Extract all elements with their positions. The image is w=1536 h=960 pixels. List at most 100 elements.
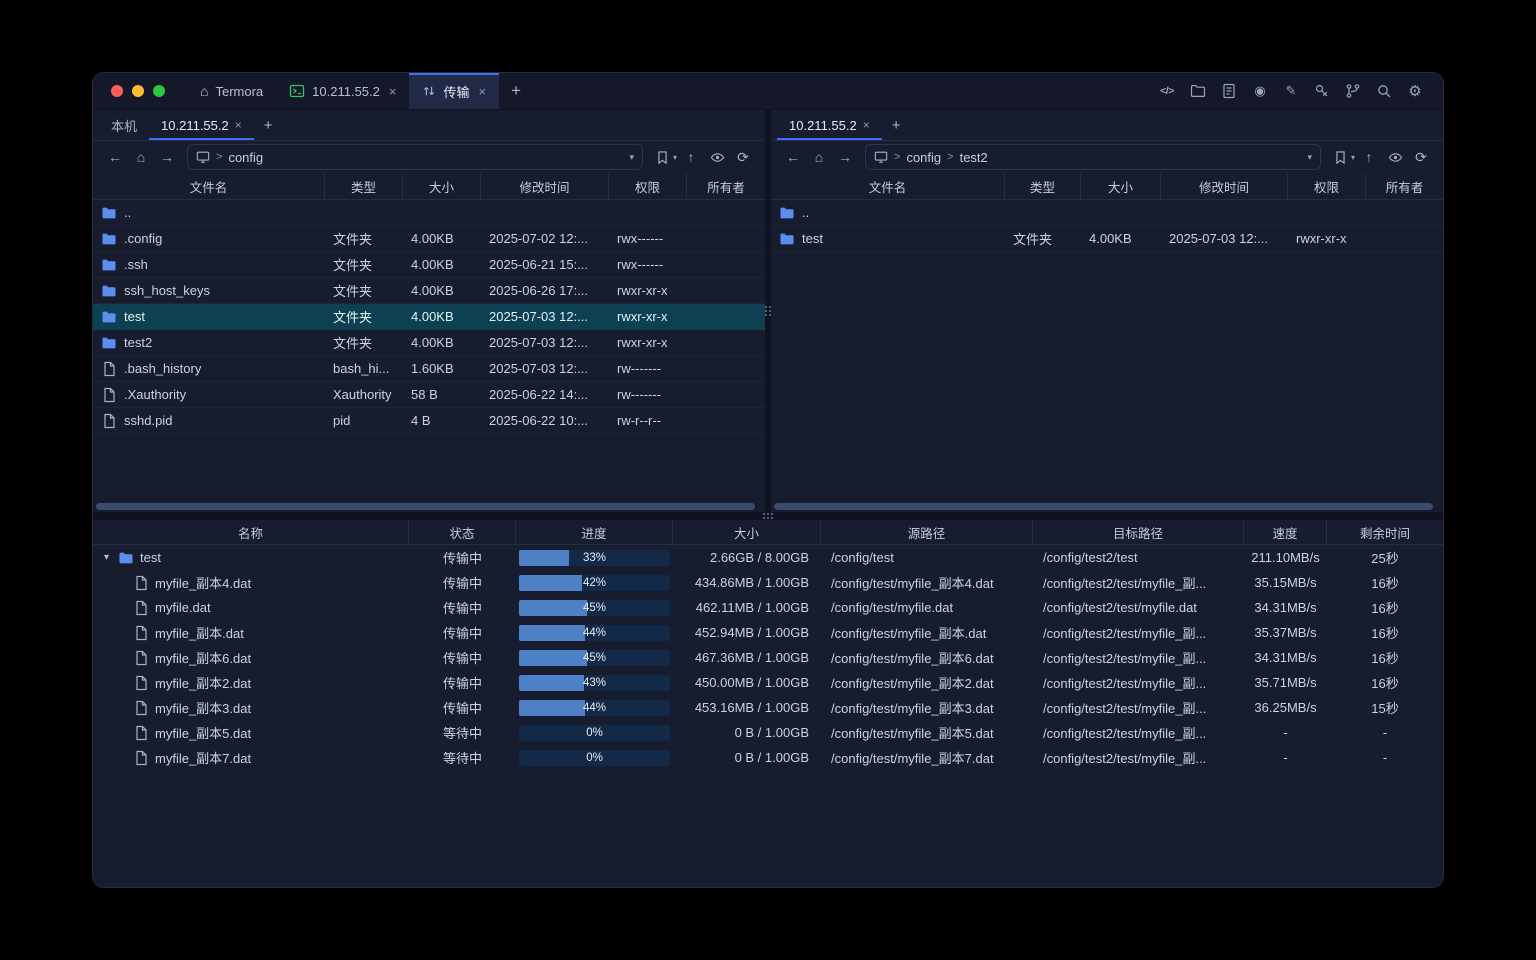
transfer-row[interactable]: ▾ test 传输中 33% 2.66GB / 8.00GB /config/t… <box>93 545 1443 570</box>
parent-directory-button[interactable]: ↑ <box>1357 145 1381 169</box>
transfer-row[interactable]: myfile_副本7.dat 等待中 0% 0 B / 1.00GB /conf… <box>93 745 1443 770</box>
column-header-filename[interactable]: 文件名 <box>93 173 325 199</box>
transfer-name-cell: myfile_副本.dat <box>93 623 409 642</box>
expander-icon[interactable]: ▾ <box>101 552 112 563</box>
transfer-row[interactable]: myfile_副本6.dat 传输中 45% 467.36MB / 1.00GB… <box>93 645 1443 670</box>
file-row[interactable]: .. <box>93 200 765 226</box>
search-button[interactable] <box>1372 79 1396 103</box>
column-header-type[interactable]: 类型 <box>325 173 403 199</box>
chevron-down-icon[interactable]: ▾ <box>629 152 634 163</box>
column-header-perm[interactable]: 权限 <box>609 173 687 199</box>
column-header-size[interactable]: 大小 <box>403 173 481 199</box>
transfer-row[interactable]: myfile_副本3.dat 传输中 44% 453.16MB / 1.00GB… <box>93 695 1443 720</box>
path-breadcrumb[interactable]: > config > test2 ▾ <box>865 144 1321 170</box>
new-window-tab-button[interactable]: + <box>499 73 533 109</box>
column-header-eta[interactable]: 剩余时间 <box>1327 520 1443 544</box>
column-header-size[interactable]: 大小 <box>1081 173 1161 199</box>
column-header-size[interactable]: 大小 <box>673 520 821 544</box>
window-tab[interactable]: 传输 × <box>409 73 499 109</box>
panel-tab[interactable]: 10.211.55.2 × <box>149 110 254 140</box>
panel-tab[interactable]: 10.211.55.2 × <box>777 110 882 140</box>
home-button[interactable]: ⌂ <box>129 145 153 169</box>
transfer-row[interactable]: myfile_副本.dat 传输中 44% 452.94MB / 1.00GB … <box>93 620 1443 645</box>
transfer-name: myfile.dat <box>155 600 211 615</box>
close-tab-icon[interactable]: × <box>235 118 242 132</box>
parent-directory-button[interactable]: ↑ <box>679 145 703 169</box>
file-row[interactable]: sshd.pid pid 4 B 2025-06-22 10:... rw-r-… <box>93 408 765 434</box>
folder-icon <box>101 335 117 351</box>
transfer-row[interactable]: myfile_副本2.dat 传输中 43% 450.00MB / 1.00GB… <box>93 670 1443 695</box>
show-hidden-button[interactable] <box>705 145 729 169</box>
file-row[interactable]: .. <box>771 200 1443 226</box>
column-header-source[interactable]: 源路径 <box>821 520 1033 544</box>
refresh-button[interactable]: ⟳ <box>731 145 755 169</box>
breadcrumb-segment[interactable]: > test2 <box>947 150 988 165</box>
new-panel-tab-button[interactable]: + <box>254 110 283 140</box>
edit-button[interactable]: ✎ <box>1279 79 1303 103</box>
horizontal-scrollbar[interactable] <box>774 503 1440 510</box>
forward-button[interactable]: → <box>833 145 857 169</box>
new-panel-tab-button[interactable]: + <box>882 110 911 140</box>
column-header-speed[interactable]: 速度 <box>1244 520 1327 544</box>
progress-label: 42% <box>519 575 670 591</box>
column-header-progress[interactable]: 进度 <box>516 520 673 544</box>
path-breadcrumb[interactable]: > config ▾ <box>187 144 643 170</box>
breadcrumb-segment[interactable]: > config <box>894 150 941 165</box>
horizontal-scrollbar[interactable] <box>96 503 762 510</box>
forward-button[interactable]: → <box>155 145 179 169</box>
file-row[interactable]: .bash_history bash_hi... 1.60KB 2025-07-… <box>93 356 765 382</box>
back-button[interactable]: ← <box>103 145 127 169</box>
file-row[interactable]: ssh_host_keys 文件夹 4.00KB 2025-06-26 17:.… <box>93 278 765 304</box>
column-header-mtime[interactable]: 修改时间 <box>481 173 609 199</box>
transfer-name: myfile_副本3.dat <box>155 698 251 717</box>
window-tab[interactable]: 10.211.55.2 × <box>276 73 409 109</box>
file-row[interactable]: .config 文件夹 4.00KB 2025-07-02 12:... rwx… <box>93 226 765 252</box>
transfer-row[interactable]: myfile_副本4.dat 传输中 42% 434.86MB / 1.00GB… <box>93 570 1443 595</box>
code-snippets-button[interactable]: </> <box>1155 79 1179 103</box>
settings-button[interactable]: ⚙ <box>1403 79 1427 103</box>
scrollbar-thumb[interactable] <box>96 503 755 510</box>
close-window-button[interactable] <box>111 85 123 97</box>
sftp-button[interactable] <box>1186 79 1210 103</box>
bookmark-dropdown-icon[interactable]: ▾ <box>673 153 677 162</box>
column-header-perm[interactable]: 权限 <box>1288 173 1366 199</box>
chevron-down-icon[interactable]: ▾ <box>1307 152 1312 163</box>
close-tab-icon[interactable]: × <box>389 84 397 99</box>
close-tab-icon[interactable]: × <box>863 118 870 132</box>
titlebar[interactable]: ⌂ Termora 10.211.55.2 × <box>93 73 1443 110</box>
column-header-name[interactable]: 名称 <box>93 520 409 544</box>
transfer-row[interactable]: myfile_副本5.dat 等待中 0% 0 B / 1.00GB /conf… <box>93 720 1443 745</box>
column-header-owner[interactable]: 所有者 <box>687 173 765 199</box>
file-row[interactable]: test2 文件夹 4.00KB 2025-07-03 12:... rwxr-… <box>93 330 765 356</box>
record-button[interactable]: ◉ <box>1248 79 1272 103</box>
show-hidden-button[interactable] <box>1383 145 1407 169</box>
zoom-window-button[interactable] <box>153 85 165 97</box>
window-tab[interactable]: ⌂ Termora <box>187 73 276 109</box>
column-header-mtime[interactable]: 修改时间 <box>1161 173 1288 199</box>
back-button[interactable]: ← <box>781 145 805 169</box>
panel-tab[interactable]: 本机 <box>99 110 149 140</box>
file-row[interactable]: .Xauthority Xauthority 58 B 2025-06-22 1… <box>93 382 765 408</box>
column-header-owner[interactable]: 所有者 <box>1366 173 1443 199</box>
log-button[interactable] <box>1217 79 1241 103</box>
column-header-filename[interactable]: 文件名 <box>771 173 1005 199</box>
file-row[interactable]: test 文件夹 4.00KB 2025-07-03 12:... rwxr-x… <box>93 304 765 330</box>
minimize-window-button[interactable] <box>132 85 144 97</box>
horizontal-splitter[interactable] <box>93 512 1443 520</box>
column-header-status[interactable]: 状态 <box>409 520 516 544</box>
column-header-type[interactable]: 类型 <box>1005 173 1081 199</box>
bookmark-dropdown-icon[interactable]: ▾ <box>1351 153 1355 162</box>
port-forwarding-button[interactable] <box>1341 79 1365 103</box>
scrollbar-thumb[interactable] <box>774 503 1433 510</box>
file-row[interactable]: .ssh 文件夹 4.00KB 2025-06-21 15:... rwx---… <box>93 252 765 278</box>
refresh-button[interactable]: ⟳ <box>1409 145 1433 169</box>
transfer-row[interactable]: myfile.dat 传输中 45% 462.11MB / 1.00GB /co… <box>93 595 1443 620</box>
bookmark-button[interactable] <box>651 145 675 169</box>
close-tab-icon[interactable]: × <box>478 84 486 99</box>
home-button[interactable]: ⌂ <box>807 145 831 169</box>
bookmark-button[interactable] <box>1329 145 1353 169</box>
keys-button[interactable] <box>1310 79 1334 103</box>
file-row[interactable]: test 文件夹 4.00KB 2025-07-03 12:... rwxr-x… <box>771 226 1443 252</box>
column-header-target[interactable]: 目标路径 <box>1033 520 1244 544</box>
breadcrumb-segment[interactable]: > config <box>216 150 263 165</box>
